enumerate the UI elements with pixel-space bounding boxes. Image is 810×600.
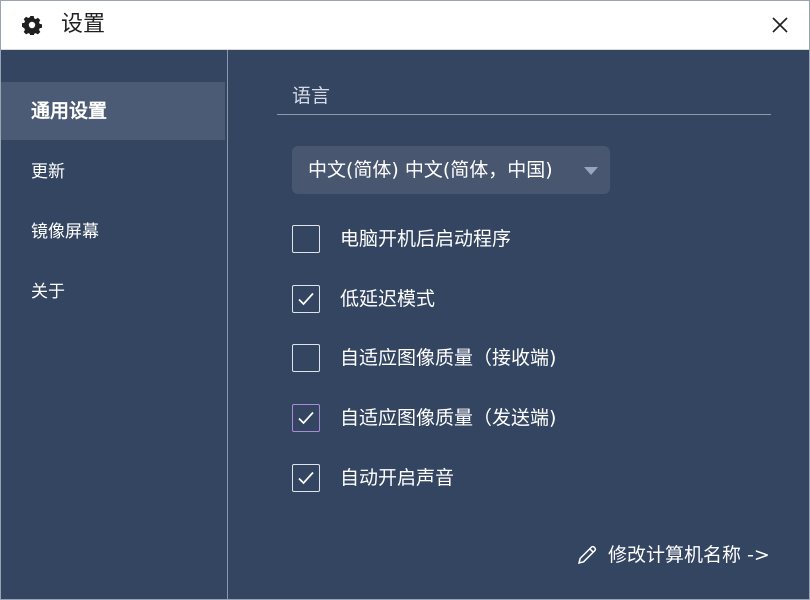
rename-link-label: 修改计算机名称 ->: [608, 544, 770, 566]
checkbox[interactable]: [292, 285, 320, 313]
settings-window: 设置 通用设置 更新 镜像屏幕 关于 语言 中文(简体) 中文(简体，中国) 电…: [0, 0, 810, 600]
sidebar-item-mirror-screen[interactable]: 镜像屏幕: [1, 203, 225, 261]
option-label: 自动开启声音: [340, 467, 455, 489]
chevron-down-icon: [584, 167, 598, 175]
check-icon: [298, 471, 314, 485]
checkbox[interactable]: [292, 344, 320, 372]
option-label: 自适应图像质量（接收端): [340, 347, 557, 369]
language-select[interactable]: 中文(简体) 中文(简体，中国): [292, 146, 610, 194]
sidebar: 通用设置 更新 镜像屏幕 关于: [1, 50, 228, 599]
pencil-icon: [577, 545, 597, 565]
check-icon: [298, 411, 314, 425]
sidebar-item-update[interactable]: 更新: [1, 143, 225, 201]
gear-icon: [22, 15, 42, 37]
close-button[interactable]: [751, 1, 809, 49]
option-label: 低延迟模式: [340, 288, 436, 310]
checkbox[interactable]: [292, 464, 320, 492]
checkbox[interactable]: [292, 225, 320, 253]
checkbox[interactable]: [292, 404, 320, 432]
sidebar-item-about[interactable]: 关于: [1, 263, 225, 321]
close-icon: [772, 17, 788, 33]
option-label: 自适应图像质量（发送端): [340, 407, 557, 429]
check-icon: [298, 292, 314, 306]
option-label: 电脑开机后启动程序: [340, 228, 512, 250]
section-divider: [277, 114, 771, 115]
language-section-title: 语言: [292, 85, 331, 107]
window-title: 设置: [61, 12, 106, 37]
language-select-value: 中文(简体) 中文(简体，中国): [308, 159, 553, 181]
general-settings-panel: 语言 中文(简体) 中文(简体，中国) 电脑开机后启动程序 低延迟模式 自适应图…: [228, 50, 809, 599]
sidebar-item-general[interactable]: 通用设置: [1, 82, 225, 140]
title-bar: 设置: [1, 1, 809, 50]
